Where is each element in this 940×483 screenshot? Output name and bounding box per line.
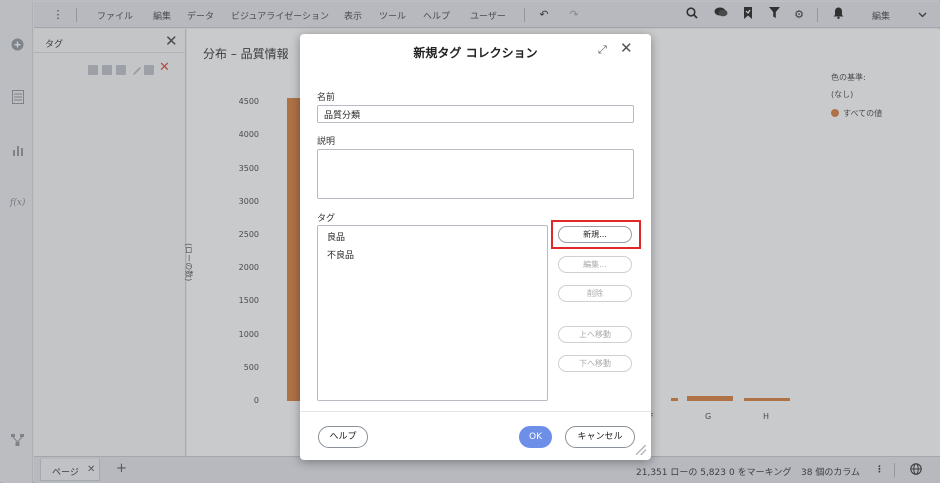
- name-label: 名前: [317, 93, 336, 103]
- dialog-footer-divider: [300, 411, 651, 412]
- expand-icon[interactable]: ⤢: [598, 43, 607, 57]
- close-icon[interactable]: ✕: [620, 39, 633, 57]
- resize-grip-icon[interactable]: [636, 445, 646, 455]
- name-field[interactable]: [317, 105, 634, 123]
- tags-label: タグ: [317, 214, 336, 224]
- tag-list[interactable]: 良品 不良品: [317, 225, 548, 401]
- move-down-button[interactable]: 下へ移動: [558, 355, 632, 372]
- ok-button[interactable]: OK: [519, 426, 552, 448]
- new-tag-collection-dialog: 新規タグ コレクション ⤢ ✕ 名前 説明 タグ 良品 不良品 新規... 編集…: [300, 34, 651, 460]
- move-up-button[interactable]: 上へ移動: [558, 326, 632, 343]
- list-item[interactable]: 不良品: [327, 248, 354, 261]
- list-item[interactable]: 良品: [327, 230, 345, 243]
- description-label: 説明: [317, 137, 336, 147]
- edit-tag-button[interactable]: 編集...: [558, 256, 632, 273]
- app-window: f(x) ⋮ ファイル 編集 データ ビジュアライゼーション 表示 ツール ヘル…: [0, 0, 940, 483]
- help-button[interactable]: ヘルプ: [318, 426, 368, 448]
- delete-tag-button[interactable]: 削除: [558, 285, 632, 302]
- new-tag-button[interactable]: 新規...: [558, 226, 632, 243]
- cancel-button[interactable]: キャンセル: [565, 426, 635, 448]
- description-field[interactable]: [317, 149, 634, 199]
